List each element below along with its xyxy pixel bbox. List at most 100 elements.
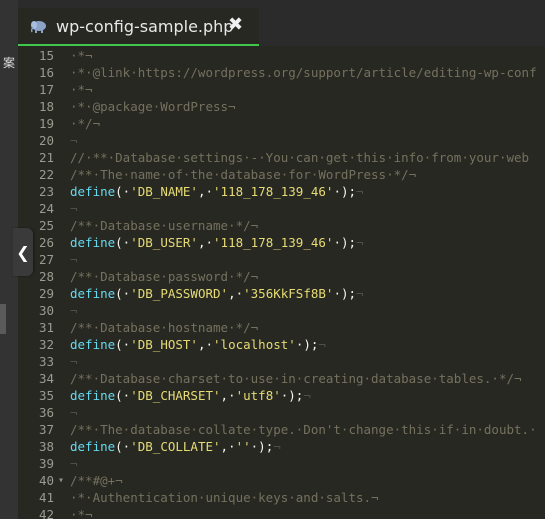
line-number: 15	[38, 48, 54, 63]
code-token: ·*¬	[70, 82, 93, 97]
code-token: define	[70, 235, 116, 250]
code-text: /**·Database·charset·to·use·in·creating·…	[70, 370, 522, 387]
code-text: ¬	[70, 251, 78, 268]
line-number: 17	[38, 82, 54, 97]
line-number: 33	[38, 354, 54, 369]
code-text: ¬	[70, 404, 78, 421]
chevron-left-icon: ❮	[16, 242, 30, 262]
code-text: define(·'DB_COLLATE',·''·);¬	[70, 438, 281, 455]
line-number: 27	[38, 252, 54, 267]
code-text: define(·'DB_USER',·'118_178_139_46'·);¬	[70, 234, 364, 251]
code-token: define	[70, 286, 116, 301]
line-number: 35	[38, 388, 54, 403]
collapse-panel-button[interactable]: ❮	[13, 228, 33, 276]
tab-bar-left-strip	[0, 0, 18, 46]
code-token: ,·	[220, 388, 236, 403]
line-number: 20	[38, 133, 54, 148]
code-token: ¬	[356, 184, 364, 199]
code-token: ,·	[197, 184, 214, 199]
line-number: 34	[38, 371, 54, 386]
line-number: 31	[38, 320, 54, 335]
line-number: 19	[38, 116, 54, 131]
code-token: ·);	[333, 286, 357, 301]
code-token: ·);	[295, 337, 319, 352]
code-token: define	[70, 337, 116, 352]
close-icon[interactable]: ✖	[228, 14, 243, 35]
code-token: (·	[115, 235, 131, 250]
code-token: '118_178_139_46'	[213, 184, 334, 199]
code-token: 'DB_HOST'	[130, 337, 198, 352]
code-token: ¬	[70, 201, 78, 216]
code-token: ¬	[70, 252, 78, 267]
line-number: 32	[38, 337, 54, 352]
line-number: 28	[38, 269, 54, 284]
code-token: ·*¬	[70, 507, 93, 519]
code-text: define(·'DB_NAME',·'118_178_139_46'·);¬	[70, 183, 364, 200]
code-token: ¬	[70, 456, 78, 471]
fold-arrow-icon[interactable]: ▾	[58, 472, 64, 489]
side-panel-indicator	[0, 304, 6, 334]
code-token: ·*¬	[70, 48, 93, 63]
code-token: ¬	[303, 388, 311, 403]
php-elephant-icon	[30, 18, 48, 34]
code-token: ·*/¬	[70, 116, 101, 131]
code-token: /**·Database·username·*/¬	[70, 218, 259, 233]
code-token: ·);	[250, 439, 274, 454]
code-text: ¬	[70, 132, 78, 149]
code-text: ¬	[70, 455, 78, 472]
code-token: ¬	[356, 286, 364, 301]
code-text: define(·'DB_PASSWORD',·'356KkFSf8B'·);¬	[70, 285, 364, 302]
code-token: /**·Database·charset·to·use·in·creating·…	[70, 371, 522, 386]
code-token: ¬	[356, 235, 364, 250]
code-token: define	[70, 439, 116, 454]
code-token: 'DB_COLLATE'	[130, 439, 221, 454]
code-token: 'utf8'	[235, 388, 281, 403]
code-text: ·*¬	[70, 81, 93, 98]
line-number: 21	[38, 150, 54, 165]
code-text: /**·Database·hostname·*/¬	[70, 319, 258, 336]
code-token: ¬	[70, 405, 78, 420]
code-token: ¬	[70, 303, 78, 318]
line-number: 24	[38, 201, 54, 216]
code-text: /**·The·database·collate·type.·Don't·cha…	[70, 421, 537, 438]
line-number: 37	[38, 422, 54, 437]
tab-wp-config-sample[interactable]: wp-config-sample.php ✖	[18, 8, 259, 46]
code-editor[interactable]: 15 ·*¬ 16 ·*·@link·https://wordpress.org/su…	[30, 46, 545, 519]
code-token: ·);	[333, 184, 357, 199]
code-token: /**·Database·hostname·*/¬	[70, 320, 259, 335]
line-number: 42	[38, 507, 54, 519]
line-number: 29	[38, 286, 54, 301]
code-text: //·**·Database·settings·-·You·can·get·th…	[70, 149, 529, 166]
code-text: ¬	[70, 353, 78, 370]
code-token: define	[70, 388, 116, 403]
code-token: ¬	[273, 439, 281, 454]
code-token: ¬	[318, 337, 326, 352]
code-token: //·**·Database·settings·-·You·can·get·th…	[70, 150, 530, 165]
code-token: ¬	[70, 354, 78, 369]
code-token: 'DB_USER'	[130, 235, 198, 250]
code-text: ¬	[70, 302, 78, 319]
code-token: define	[70, 184, 116, 199]
code-text: /**#@+¬	[70, 472, 123, 489]
line-number: 22	[38, 167, 54, 182]
code-text: ·*·Authentication·unique·keys·and·salts.…	[70, 489, 379, 506]
code-token: ,·	[220, 439, 236, 454]
code-text: /**·The·name·of·the·database·for·WordPre…	[70, 166, 416, 183]
code-token: /**·The·database·collate·type.·Don't·cha…	[70, 422, 537, 437]
line-number: 23	[38, 184, 54, 199]
code-token: ''	[235, 439, 251, 454]
code-token: ·);	[333, 235, 357, 250]
line-number: 25	[38, 218, 54, 233]
code-token: 'DB_NAME'	[130, 184, 198, 199]
code-text: ¬	[70, 200, 78, 217]
code-token: ·*·@link·https://wordpress.org/support/a…	[70, 65, 537, 80]
code-token: ·*·Authentication·unique·keys·and·salts.…	[70, 490, 379, 505]
code-text: ·*·@package·WordPress¬	[70, 98, 236, 115]
code-token: (·	[115, 286, 131, 301]
code-text: define(·'DB_HOST',·'localhost'·);¬	[70, 336, 326, 353]
code-token: ,·	[197, 235, 214, 250]
code-token: /**#@+¬	[70, 473, 123, 488]
line-number: 40	[38, 473, 54, 488]
code-text: define(·'DB_CHARSET',·'utf8'·);¬	[70, 387, 311, 404]
code-text: /**·Database·password·*/¬	[70, 268, 258, 285]
